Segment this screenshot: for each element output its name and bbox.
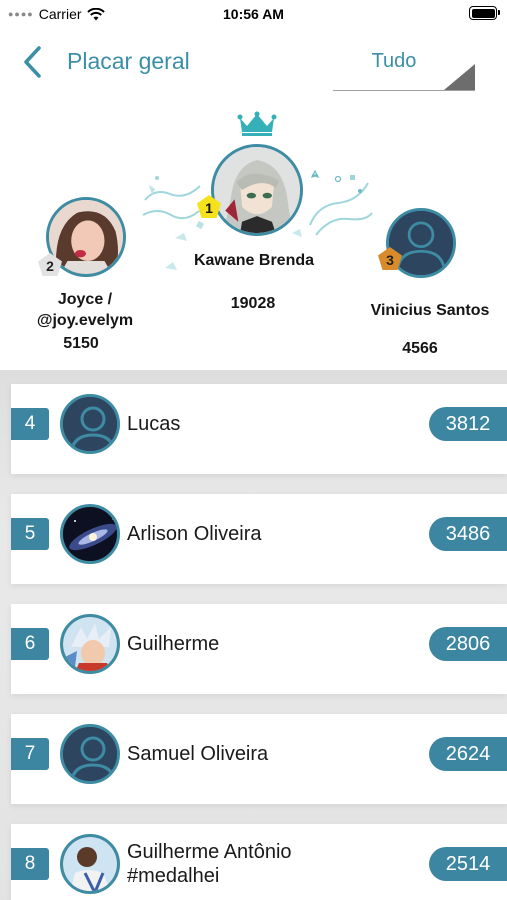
status-bar: ●●●● Carrier 10:56 AM	[0, 0, 507, 28]
user-score: 3486	[429, 517, 507, 551]
rank-number: 5	[11, 518, 49, 550]
user-score: 3812	[429, 407, 507, 441]
user-name: Samuel Oliveira	[127, 743, 269, 765]
ranking-row-5[interactable]: 5 Arlison Oliveira 3486	[11, 494, 507, 584]
person-photo-icon	[63, 837, 117, 891]
user-name: Arlison Oliveira	[127, 523, 262, 545]
first-place-badge: 1	[197, 195, 221, 218]
anime-photo-icon	[63, 617, 117, 671]
third-place-name: Vinicius Santos	[370, 302, 490, 319]
first-place-name: Kawane Brenda	[193, 252, 315, 269]
user-avatar	[60, 724, 120, 784]
user-name-line2: #medalhei	[127, 865, 220, 887]
first-place-avatar[interactable]	[211, 144, 303, 236]
user-name: Guilherme	[127, 633, 220, 655]
ranking-row-6[interactable]: 6 Guilherme 2806	[11, 604, 507, 694]
confetti-right-icon	[292, 169, 373, 237]
svg-text:2: 2	[46, 258, 54, 274]
user-score: 2624	[429, 737, 507, 771]
dropdown-corner-icon	[444, 64, 475, 90]
svg-text:3: 3	[386, 252, 394, 268]
period-filter-dropdown[interactable]: Tudo	[333, 44, 475, 91]
user-avatar	[60, 504, 120, 564]
second-place-score: 5150	[63, 335, 99, 352]
user-score: 2514	[429, 847, 507, 881]
svg-text:1: 1	[205, 200, 213, 216]
user-name: Guilherme Antônio #medalhei	[127, 824, 407, 900]
galaxy-photo-icon	[63, 507, 117, 561]
back-chevron-icon[interactable]	[20, 44, 48, 80]
user-avatar	[60, 394, 120, 454]
ranking-row-7[interactable]: 7 Samuel Oliveira 2624	[11, 714, 507, 804]
rank-number: 7	[11, 738, 49, 770]
first-place-score: 19028	[230, 295, 276, 312]
second-place-badge: 2	[38, 253, 62, 276]
clock: 10:56 AM	[223, 6, 284, 22]
rank-number: 8	[11, 848, 49, 880]
anime-portrait-icon	[214, 147, 300, 233]
filter-label: Tudo	[371, 50, 417, 72]
user-avatar	[60, 834, 120, 894]
default-person-icon	[63, 727, 117, 781]
user-name: Lucas	[127, 413, 181, 435]
rank-number: 4	[11, 408, 49, 440]
ranking-row-4[interactable]: 4 Lucas 3812	[11, 384, 507, 474]
header: Placar geral Tudo	[0, 30, 507, 100]
rank-number: 6	[11, 628, 49, 660]
second-place-name-line2: @joy.evelym	[36, 312, 134, 329]
crown-icon	[237, 111, 277, 136]
ranking-row-8[interactable]: 8 Guilherme Antônio #medalhei 2514	[11, 824, 507, 900]
page-title: Placar geral	[67, 48, 190, 74]
user-avatar	[60, 614, 120, 674]
default-person-icon	[63, 397, 117, 451]
third-place-score: 4566	[402, 340, 438, 357]
user-name-line1: Guilherme Antônio	[127, 841, 292, 863]
user-score: 2806	[429, 627, 507, 661]
third-place-badge: 3	[378, 247, 402, 270]
battery-icon	[469, 6, 500, 20]
second-place-name-line1: Joyce /	[57, 291, 113, 308]
ranking-list: 4 Lucas 3812 5 Arlison Oliveira 3486 6 G…	[0, 370, 507, 900]
second-place-name: Joyce / @joy.evelym	[10, 289, 160, 331]
